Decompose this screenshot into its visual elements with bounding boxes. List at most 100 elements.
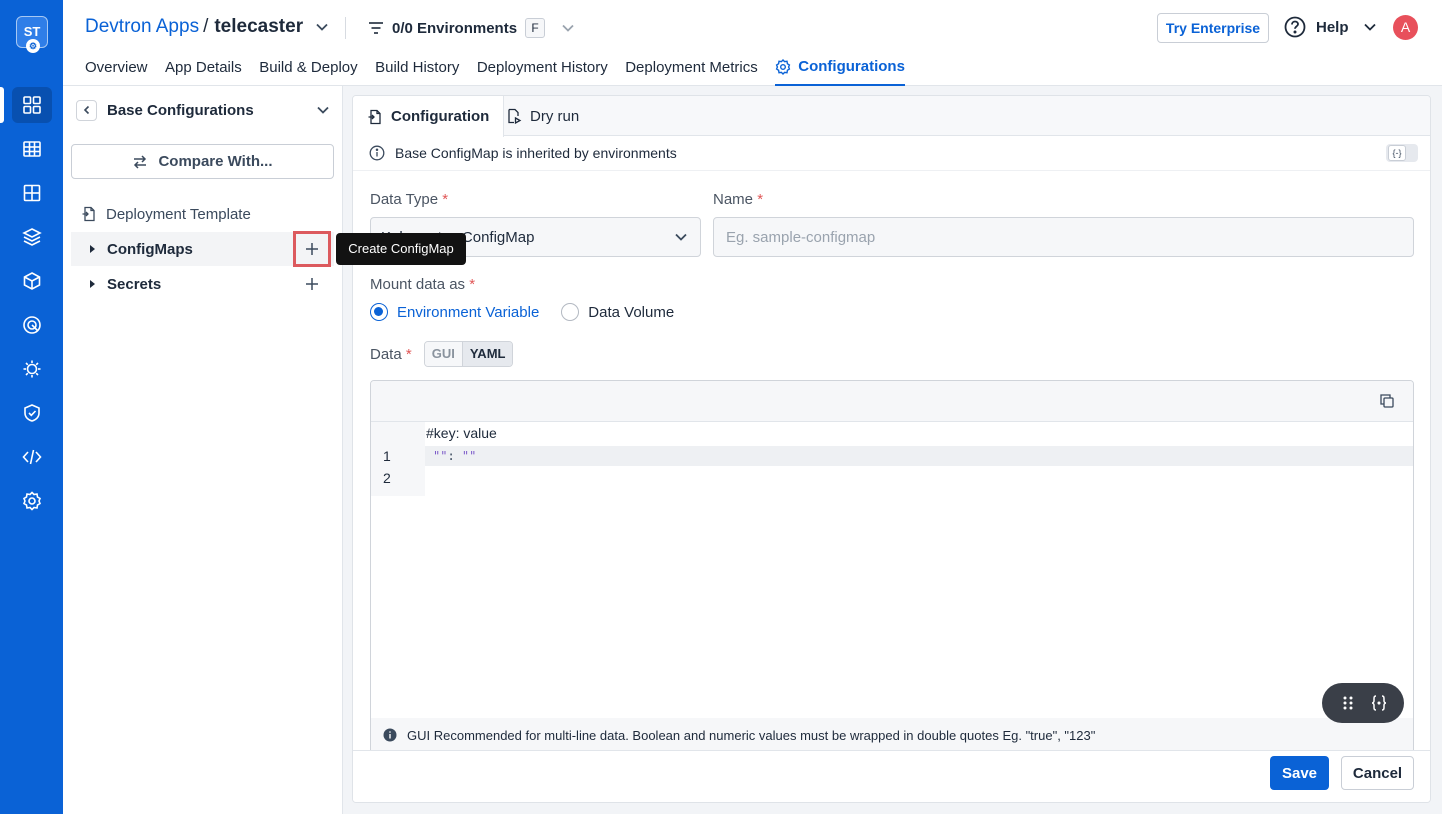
tab-dry-run[interactable]: Dry run: [492, 96, 593, 136]
rail-active-indicator: [0, 87, 4, 123]
radio-data-volume[interactable]: [561, 303, 580, 321]
compare-with-button[interactable]: Compare With...: [71, 144, 334, 179]
help-menu[interactable]: Help: [1284, 16, 1377, 38]
plus-icon: [306, 278, 318, 290]
create-secret-button[interactable]: [293, 266, 331, 302]
devtron-logo[interactable]: ST ⚙: [16, 16, 48, 53]
plus-icon: [306, 243, 318, 255]
mount-radio-group: Environment Variable Data Volume: [370, 303, 674, 321]
copy-icon[interactable]: [1379, 393, 1395, 409]
tab-dry-run-label: Dry run: [530, 107, 580, 125]
tab-configuration-label: Configuration: [391, 108, 490, 125]
data-type-label: Data Type *: [370, 191, 448, 208]
radio-label-data-volume[interactable]: Data Volume: [588, 304, 674, 321]
tab-build-history[interactable]: Build History: [375, 58, 459, 86]
breadcrumb: Devtron Apps / telecaster: [85, 16, 329, 38]
help-chevron-down-icon: [1363, 23, 1376, 31]
environment-selector[interactable]: 0/0 Environments F: [368, 18, 575, 38]
create-configmap-tooltip: Create ConfigMap: [336, 233, 466, 265]
line-number: 2: [383, 470, 391, 486]
floating-action-pill: [1322, 683, 1404, 723]
code-icon[interactable]: [12, 439, 52, 475]
configmap-form-card: Configuration Dry run Base ConfigMap is …: [352, 95, 1431, 803]
mount-data-label: Mount data as *: [370, 276, 475, 293]
code-line-2[interactable]: [425, 468, 1413, 488]
data-type-label-text: Data Type: [370, 191, 439, 208]
app-groups-icon[interactable]: [12, 175, 52, 211]
back-button[interactable]: [76, 99, 97, 121]
sidebar-chevron-down-icon[interactable]: [316, 103, 330, 117]
charts-icon[interactable]: [12, 131, 52, 167]
try-enterprise-button[interactable]: Try Enterprise: [1157, 13, 1269, 43]
app-nav-tabs: Overview App Details Build & Deploy Buil…: [85, 58, 922, 86]
info-text: Base ConfigMap is inherited by environme…: [395, 145, 677, 161]
sidebar-item-deployment-template[interactable]: Deployment Template: [71, 197, 334, 231]
required-marker: *: [405, 345, 412, 363]
sidebar-header: Base Configurations: [76, 98, 330, 122]
mount-label-text: Mount data as: [370, 276, 466, 293]
environment-chevron-down-icon[interactable]: [561, 21, 575, 35]
caret-right-icon[interactable]: [87, 244, 97, 254]
tab-app-details[interactable]: App Details: [165, 58, 242, 86]
tab-deployment-metrics[interactable]: Deployment Metrics: [625, 58, 758, 86]
name-label: Name *: [713, 191, 763, 208]
data-mode-row: Data * GUI YAML: [370, 341, 514, 367]
header-divider: [345, 17, 346, 39]
line-number: 1: [383, 448, 391, 464]
code-key: "": [433, 449, 448, 463]
app-header: Devtron Apps / telecaster 0/0 Environmen…: [63, 0, 1442, 86]
dry-run-icon: [508, 108, 522, 124]
deployment-template-icon: [82, 206, 95, 222]
inheritance-info-bar: Base ConfigMap is inherited by environme…: [353, 136, 1430, 171]
tab-overview[interactable]: Overview: [85, 58, 148, 86]
info-icon: [369, 145, 385, 161]
yaml-editor[interactable]: #key: value "": "" 1 2: [370, 380, 1414, 750]
data-hint: GUI Recommended for multi-line data. Boo…: [370, 718, 1414, 750]
breadcrumb-separator: /: [203, 16, 209, 37]
logo-badge-icon: ⚙: [26, 39, 40, 53]
bug-icon[interactable]: [12, 351, 52, 387]
required-marker: *: [442, 191, 449, 208]
radio-label-environment-variable[interactable]: Environment Variable: [397, 304, 539, 321]
tab-configuration[interactable]: Configuration: [353, 96, 505, 137]
security-scan-icon[interactable]: [12, 307, 52, 343]
caret-right-icon[interactable]: [87, 279, 97, 289]
editor-comment: #key: value: [426, 425, 497, 441]
info-filled-icon: [383, 728, 397, 742]
tab-configurations[interactable]: Configurations: [775, 58, 905, 86]
settings-icon[interactable]: [12, 483, 52, 519]
hint-text: GUI Recommended for multi-line data. Boo…: [407, 728, 1096, 743]
sidebar-item-label: Deployment Template: [106, 205, 251, 223]
expression-toggle[interactable]: {-}: [1386, 144, 1418, 162]
code-line-1[interactable]: "": "": [425, 446, 1413, 466]
tab-deployment-history[interactable]: Deployment History: [477, 58, 608, 86]
help-label: Help: [1316, 18, 1349, 36]
radio-environment-variable[interactable]: [370, 303, 388, 321]
apps-grid-icon[interactable]: [12, 87, 52, 123]
stack-icon[interactable]: [12, 219, 52, 255]
user-avatar[interactable]: A: [1393, 15, 1418, 40]
drag-handle-icon[interactable]: [1339, 694, 1357, 712]
code-value: "": [461, 449, 477, 463]
app-rail: ST ⚙: [0, 0, 63, 814]
cancel-button[interactable]: Cancel: [1341, 756, 1414, 790]
mode-yaml[interactable]: YAML: [461, 342, 513, 366]
code-braces-icon[interactable]: [1370, 694, 1388, 712]
logo-text: ST: [23, 24, 41, 39]
editor-gutter: [371, 422, 425, 496]
help-icon: [1284, 16, 1306, 38]
name-input[interactable]: [713, 217, 1414, 257]
data-mode-switch: GUI YAML: [423, 341, 514, 367]
sidebar-title: Base Configurations: [107, 101, 254, 119]
breadcrumb-apps-link[interactable]: Devtron Apps: [85, 16, 199, 38]
shield-check-icon[interactable]: [12, 395, 52, 431]
cube-icon[interactable]: [12, 263, 52, 299]
mode-gui[interactable]: GUI: [424, 342, 462, 366]
create-configmap-button[interactable]: [293, 231, 331, 267]
form-footer: Save Cancel: [353, 750, 1430, 802]
required-marker: *: [469, 276, 476, 293]
file-edit-icon: [368, 109, 381, 124]
save-button[interactable]: Save: [1270, 756, 1329, 790]
tab-build-deploy[interactable]: Build & Deploy: [259, 58, 357, 86]
app-switcher-chevron-down-icon[interactable]: [315, 20, 329, 34]
